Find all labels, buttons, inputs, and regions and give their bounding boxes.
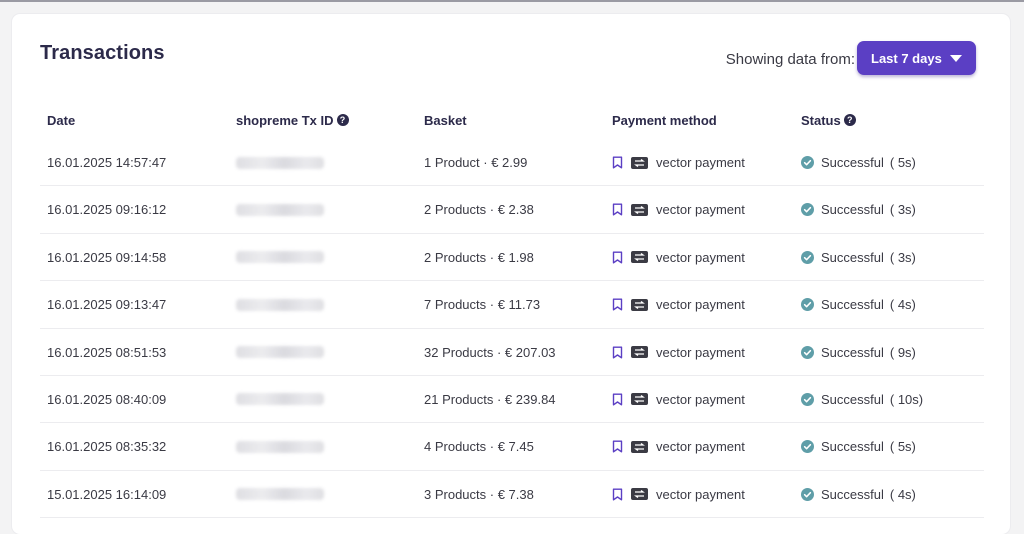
row-tx-id[interactable] — [236, 281, 324, 328]
check-circle-icon — [801, 392, 814, 406]
bookmark-icon[interactable] — [612, 251, 623, 264]
redacted-tx-id — [236, 156, 324, 169]
row-basket: 4 Products · € 7.45 — [424, 439, 534, 455]
row-date: 16.01.2025 08:35:32 — [47, 439, 167, 455]
column-header-status[interactable]: Status? — [801, 113, 856, 128]
payment-card-icon — [631, 298, 648, 311]
row-status: Successful( 5s) — [801, 139, 916, 186]
row-status: Successful( 3s) — [801, 234, 916, 281]
row-payment: vector payment — [612, 376, 745, 423]
check-circle-icon — [801, 440, 814, 454]
payment-card-icon — [631, 156, 648, 169]
table-row[interactable]: 16.01.2025 08:40:09 21 Products · € 239.… — [40, 376, 984, 424]
bookmark-icon[interactable] — [612, 440, 623, 453]
check-circle-icon — [801, 203, 814, 217]
row-payment: vector payment — [612, 234, 745, 281]
row-date: 15.01.2025 16:14:09 — [47, 486, 167, 502]
bookmark-icon[interactable] — [612, 156, 623, 169]
redacted-tx-id — [236, 393, 324, 406]
check-circle-icon — [801, 156, 814, 169]
date-range-dropdown[interactable]: Last 7 days — [857, 41, 976, 75]
row-status: Successful( 10s) — [801, 376, 923, 423]
table-row[interactable]: 16.01.2025 08:35:32 4 Products · € 7.45 … — [40, 423, 984, 471]
payment-card-icon — [631, 393, 648, 406]
payment-card-icon — [631, 440, 648, 453]
column-header-tx-id[interactable]: shopreme Tx ID? — [236, 113, 349, 128]
table-row[interactable]: 16.01.2025 08:51:53 32 Products · € 207.… — [40, 329, 984, 376]
payment-card-icon — [631, 346, 648, 359]
bookmark-icon[interactable] — [612, 298, 623, 311]
help-icon[interactable]: ? — [336, 114, 349, 126]
check-circle-icon — [801, 298, 814, 312]
row-payment: vector payment — [612, 139, 745, 186]
row-tx-id[interactable] — [236, 471, 324, 518]
row-date: 16.01.2025 08:51:53 — [47, 344, 167, 360]
row-payment: vector payment — [612, 471, 745, 518]
row-date: 16.01.2025 09:14:58 — [47, 249, 167, 265]
table-body: 16.01.2025 14:57:47 1 Product · € 2.99 v… — [40, 139, 984, 519]
payment-card-icon — [631, 203, 648, 216]
row-status: Successful( 3s) — [801, 186, 916, 233]
redacted-tx-id — [236, 298, 324, 311]
row-tx-id[interactable] — [236, 376, 324, 423]
redacted-tx-id — [236, 251, 324, 264]
redacted-tx-id — [236, 203, 324, 216]
range-label: Showing data from: — [725, 51, 855, 68]
check-circle-icon — [801, 250, 814, 264]
row-status: Successful( 4s) — [801, 281, 916, 328]
row-basket: 7 Products · € 11.73 — [424, 297, 541, 313]
row-status: Successful( 9s) — [801, 329, 916, 376]
row-date: 16.01.2025 14:57:47 — [47, 155, 167, 170]
payment-card-icon — [631, 488, 648, 501]
table-row[interactable]: 16.01.2025 09:14:58 2 Products · € 1.98 … — [40, 234, 984, 282]
row-tx-id[interactable] — [236, 329, 324, 376]
caret-down-icon — [950, 55, 962, 62]
row-status: Successful( 5s) — [801, 423, 916, 470]
row-basket: 21 Products · € 239.84 — [424, 391, 556, 407]
column-header-basket[interactable]: Basket — [424, 113, 467, 128]
table-header: Date shopreme Tx ID? Basket Payment meth… — [40, 101, 984, 139]
payment-card-icon — [631, 251, 648, 264]
check-circle-icon — [801, 487, 814, 501]
transactions-card: Transactions Showing data from: Last 7 d… — [12, 14, 1010, 534]
row-basket: 1 Product · € 2.99 — [424, 155, 528, 170]
row-payment: vector payment — [612, 281, 745, 328]
window-top-border — [0, 0, 1024, 2]
row-basket: 2 Products · € 1.98 — [424, 249, 534, 265]
row-payment: vector payment — [612, 186, 745, 233]
column-header-date[interactable]: Date — [47, 113, 75, 128]
bookmark-icon[interactable] — [612, 346, 623, 359]
table-row[interactable]: 16.01.2025 14:57:47 1 Product · € 2.99 v… — [40, 139, 984, 187]
table-row[interactable]: 16.01.2025 09:13:47 7 Products · € 11.73… — [40, 281, 984, 329]
redacted-tx-id — [236, 488, 324, 501]
row-date: 16.01.2025 09:13:47 — [47, 297, 167, 313]
row-tx-id[interactable] — [236, 234, 324, 281]
help-icon[interactable]: ? — [843, 114, 856, 126]
redacted-tx-id — [236, 440, 324, 453]
row-basket: 3 Products · € 7.38 — [424, 486, 534, 502]
check-circle-icon — [801, 345, 814, 359]
row-basket: 2 Products · € 2.38 — [424, 202, 534, 218]
row-tx-id[interactable] — [236, 423, 324, 470]
row-date: 16.01.2025 08:40:09 — [47, 391, 167, 407]
row-status: Successful( 4s) — [801, 471, 916, 518]
page-title: Transactions — [40, 42, 165, 64]
row-payment: vector payment — [612, 423, 745, 470]
date-range-value: Last 7 days — [871, 50, 942, 66]
row-date: 16.01.2025 09:16:12 — [47, 202, 167, 218]
row-payment: vector payment — [612, 329, 745, 376]
bookmark-icon[interactable] — [612, 203, 623, 216]
redacted-tx-id — [236, 346, 324, 359]
bookmark-icon[interactable] — [612, 488, 623, 501]
table-row[interactable]: 15.01.2025 16:14:09 3 Products · € 7.38 … — [40, 471, 984, 519]
row-tx-id[interactable] — [236, 186, 324, 233]
bookmark-icon[interactable] — [612, 393, 623, 406]
row-basket: 32 Products · € 207.03 — [424, 344, 556, 360]
table-row[interactable]: 16.01.2025 09:16:12 2 Products · € 2.38 … — [40, 186, 984, 234]
row-tx-id[interactable] — [236, 139, 324, 186]
transactions-table: Date shopreme Tx ID? Basket Payment meth… — [40, 101, 984, 519]
column-header-payment[interactable]: Payment method — [612, 113, 717, 128]
